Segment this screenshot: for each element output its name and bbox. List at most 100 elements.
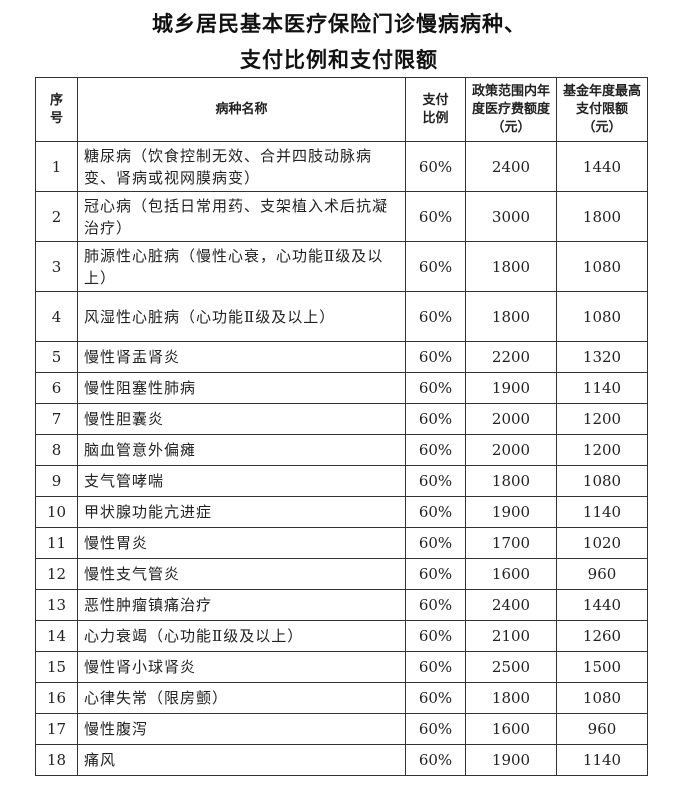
payment-ratio-cell: 60% (405, 141, 466, 192)
row-index: 10 (35, 496, 78, 528)
disease-name-cell: 慢性阻塞性肺病 (77, 372, 406, 404)
disease-name-cell: 糖尿病（饮食控制无效、合并四肢动脉病变、肾病或视网膜病变） (77, 141, 406, 192)
fund-limit-cell: 1800 (556, 191, 648, 242)
fund-limit-cell: 1260 (556, 620, 648, 652)
row-index: 13 (35, 589, 78, 621)
fund-limit-cell: 1140 (556, 744, 648, 776)
table-row: 4 风湿性心脏病（心功能Ⅱ级及以上） 60% 1800 1080 (35, 291, 648, 342)
disease-name-cell: 甲状腺功能亢进症 (77, 496, 406, 528)
fund-limit-cell: 1020 (556, 527, 648, 559)
payment-ratio-cell: 60% (405, 558, 466, 590)
disease-name-cell: 风湿性心脏病（心功能Ⅱ级及以上） (77, 291, 406, 342)
payment-ratio-cell: 60% (405, 496, 466, 528)
payment-ratio-cell: 60% (405, 191, 466, 242)
payment-ratio-cell: 60% (405, 403, 466, 435)
table-row: 16 心律失常（限房颤） 60% 1800 1080 (35, 682, 648, 714)
table-row: 9 支气管哮喘 60% 1800 1080 (35, 465, 648, 497)
row-index: 1 (35, 141, 78, 192)
disease-name-cell: 肺源性心脏病（慢性心衰，心功能Ⅱ级及以上） (77, 241, 406, 292)
policy-amount-cell: 1800 (465, 241, 557, 292)
fund-limit-cell: 1500 (556, 651, 648, 683)
disease-name-cell: 冠心病（包括日常用药、支架植入术后抗凝治疗） (77, 191, 406, 242)
table-row: 18 痛风 60% 1900 1140 (35, 744, 648, 776)
table-row: 15 慢性肾小球肾炎 60% 2500 1500 (35, 651, 648, 683)
table-row: 5 慢性肾盂肾炎 60% 2200 1320 (35, 341, 648, 373)
row-index: 9 (35, 465, 78, 497)
policy-amount-cell: 2200 (465, 341, 557, 373)
disease-name-cell: 痛风 (77, 744, 406, 776)
table-row: 17 慢性腹泻 60% 1600 960 (35, 713, 648, 745)
payment-ratio-cell: 60% (405, 465, 466, 497)
table-row: 2 冠心病（包括日常用药、支架植入术后抗凝治疗） 60% 3000 1800 (35, 191, 648, 242)
table-row: 3 肺源性心脏病（慢性心衰，心功能Ⅱ级及以上） 60% 1800 1080 (35, 241, 648, 292)
row-index: 18 (35, 744, 78, 776)
policy-amount-cell: 2400 (465, 589, 557, 621)
header-payment-ratio: 支付比例 (405, 77, 466, 142)
fund-limit-cell: 1320 (556, 341, 648, 373)
payment-ratio-cell: 60% (405, 589, 466, 621)
fund-limit-cell: 960 (556, 713, 648, 745)
policy-amount-cell: 1700 (465, 527, 557, 559)
document-title-line-2: 支付比例和支付限额 (240, 48, 438, 72)
header-index: 序号 (35, 77, 78, 142)
row-index: 8 (35, 434, 78, 466)
policy-amount-cell: 1900 (465, 372, 557, 404)
policy-amount-cell: 1800 (465, 465, 557, 497)
payment-ratio-cell: 60% (405, 744, 466, 776)
table-row: 10 甲状腺功能亢进症 60% 1900 1140 (35, 496, 648, 528)
fund-limit-cell: 1080 (556, 291, 648, 342)
row-index: 11 (35, 527, 78, 559)
table-row: 11 慢性胃炎 60% 1700 1020 (35, 527, 648, 559)
payment-ratio-cell: 60% (405, 620, 466, 652)
policy-amount-cell: 3000 (465, 191, 557, 242)
row-index: 6 (35, 372, 78, 404)
header-policy-amount: 政策范围内年度医疗费额度（元） (465, 77, 557, 142)
policy-amount-cell: 2000 (465, 434, 557, 466)
policy-amount-cell: 2100 (465, 620, 557, 652)
policy-amount-cell: 1900 (465, 744, 557, 776)
policy-amount-cell: 2400 (465, 141, 557, 192)
fund-limit-cell: 1080 (556, 241, 648, 292)
row-index: 5 (35, 341, 78, 373)
payment-ratio-cell: 60% (405, 372, 466, 404)
disease-name-cell: 慢性胆囊炎 (77, 403, 406, 435)
payment-ratio-cell: 60% (405, 341, 466, 373)
table-row: 6 慢性阻塞性肺病 60% 1900 1140 (35, 372, 648, 404)
policy-amount-cell: 1600 (465, 558, 557, 590)
header-fund-limit: 基金年度最高支付限额（元） (556, 77, 648, 142)
disease-name-cell: 心力衰竭（心功能Ⅱ级及以上） (77, 620, 406, 652)
row-index: 16 (35, 682, 78, 714)
disease-name-cell: 慢性腹泻 (77, 713, 406, 745)
row-index: 14 (35, 620, 78, 652)
policy-amount-cell: 1800 (465, 682, 557, 714)
payment-ratio-cell: 60% (405, 434, 466, 466)
payment-ratio-cell: 60% (405, 291, 466, 342)
row-index: 7 (35, 403, 78, 435)
table-row: 14 心力衰竭（心功能Ⅱ级及以上） 60% 2100 1260 (35, 620, 648, 652)
fund-limit-cell: 1200 (556, 434, 648, 466)
row-index: 2 (35, 191, 78, 242)
fund-limit-cell: 1140 (556, 496, 648, 528)
row-index: 4 (35, 291, 78, 342)
chronic-disease-table: 序号 病种名称 支付比例 政策范围内年度医疗费额度（元） 基金年度最高支付限额（… (35, 77, 648, 776)
policy-amount-cell: 2500 (465, 651, 557, 683)
policy-amount-cell: 2000 (465, 403, 557, 435)
payment-ratio-cell: 60% (405, 527, 466, 559)
disease-name-cell: 慢性肾小球肾炎 (77, 651, 406, 683)
disease-name-cell: 慢性支气管炎 (77, 558, 406, 590)
table-row: 12 慢性支气管炎 60% 1600 960 (35, 558, 648, 590)
table-row: 8 脑血管意外偏瘫 60% 2000 1200 (35, 434, 648, 466)
disease-name-cell: 恶性肿瘤镇痛治疗 (77, 589, 406, 621)
payment-ratio-cell: 60% (405, 651, 466, 683)
policy-amount-cell: 1800 (465, 291, 557, 342)
fund-limit-cell: 1080 (556, 465, 648, 497)
row-index: 12 (35, 558, 78, 590)
disease-name-cell: 支气管哮喘 (77, 465, 406, 497)
policy-amount-cell: 1900 (465, 496, 557, 528)
fund-limit-cell: 1200 (556, 403, 648, 435)
row-index: 15 (35, 651, 78, 683)
header-disease-name: 病种名称 (77, 77, 406, 142)
payment-ratio-cell: 60% (405, 682, 466, 714)
payment-ratio-cell: 60% (405, 241, 466, 292)
fund-limit-cell: 1440 (556, 589, 648, 621)
